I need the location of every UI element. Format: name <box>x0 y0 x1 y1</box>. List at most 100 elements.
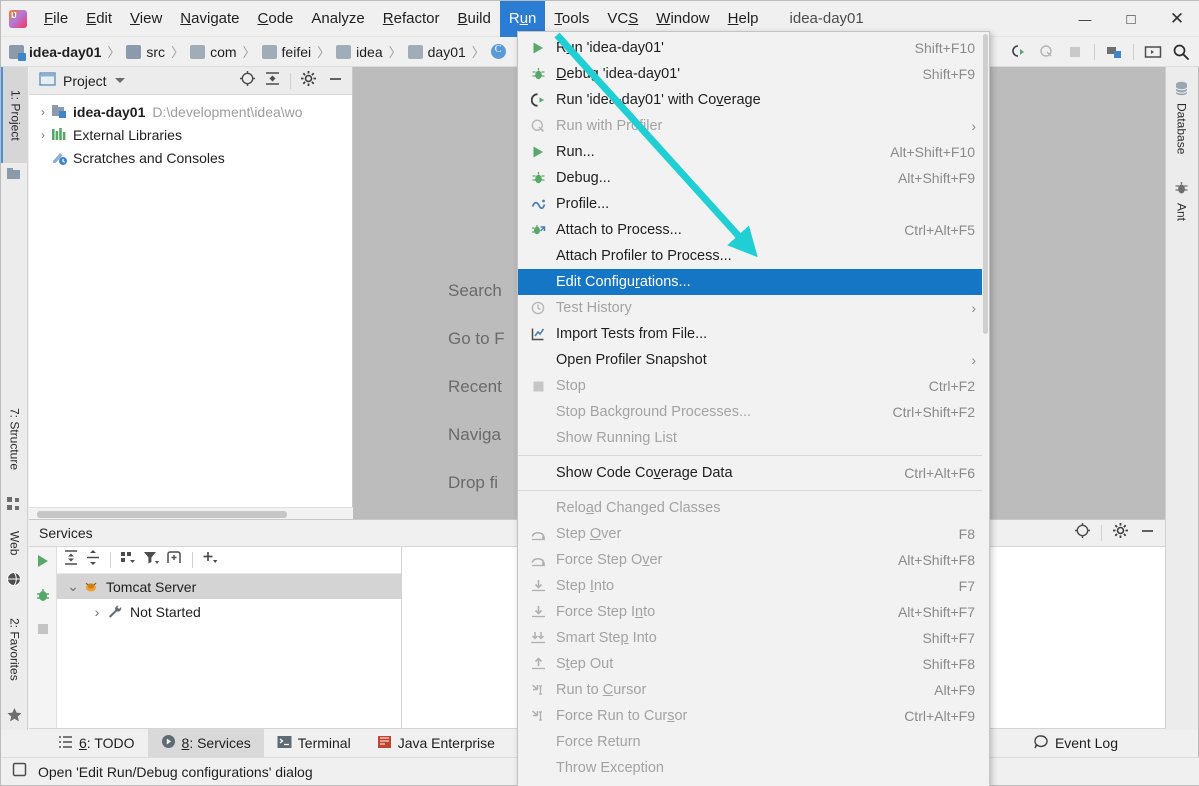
menu-item-import-tests-from-file[interactable]: Import Tests from File... <box>518 321 989 347</box>
project-tree-label: idea-day01 <box>73 103 146 120</box>
collapse-all-icon[interactable] <box>84 549 102 571</box>
no-icon <box>528 760 548 776</box>
project-tree-row[interactable]: › idea-day01 D:\development\idea\wo <box>29 100 352 123</box>
sidebar-item-web[interactable]: Web <box>1 519 28 567</box>
sidebar-item-database[interactable]: Database <box>1165 75 1198 160</box>
run-menu-list[interactable]: Run 'idea-day01' Shift+F10 Debug 'idea-day… <box>518 32 989 786</box>
hide-icon[interactable] <box>1139 522 1156 544</box>
sidebar-item-project[interactable]: 1: Project <box>1 67 28 163</box>
project-panel-title: Project <box>63 72 107 89</box>
menu-item-label: Run... <box>556 144 595 160</box>
services-tree-row[interactable]: › Not Started <box>57 599 401 624</box>
coverage-icon[interactable] <box>1006 40 1032 64</box>
settings-gear-icon[interactable] <box>300 70 317 92</box>
bottom-tab-8-services[interactable]: 8: Services <box>147 728 264 758</box>
run-icon[interactable] <box>35 553 51 574</box>
filter-icon[interactable] <box>142 549 161 571</box>
no-icon <box>528 734 548 750</box>
add-tab-icon[interactable] <box>165 549 184 571</box>
menu-navigate[interactable]: Navigate <box>171 1 248 37</box>
menu-item-label: Import Tests from File... <box>556 326 708 342</box>
menu-analyze[interactable]: Analyze <box>302 1 373 37</box>
menu-item-attach-profiler-to-process[interactable]: Attach Profiler to Process... <box>518 243 989 269</box>
run-green-triangle-icon <box>528 40 548 56</box>
bottom-tab-java-enterprise[interactable]: Java Enterprise <box>364 729 508 758</box>
bottom-tab-6-todo[interactable]: 6: TODO <box>45 729 148 758</box>
menu-item-open-profiler-snapshot[interactable]: Open Profiler Snapshot › <box>518 347 989 373</box>
minimize-button[interactable] <box>1062 1 1108 37</box>
chevron-down-icon[interactable] <box>114 78 125 83</box>
search-everywhere-icon[interactable] <box>1168 40 1194 64</box>
menu-item-show-code-coverage-data[interactable]: Show Code Coverage Data Ctrl+Alt+F6 <box>518 460 989 486</box>
menu-view[interactable]: View <box>121 1 171 37</box>
debug-icon[interactable] <box>35 587 51 608</box>
menu-refactor[interactable]: Refactor <box>374 1 449 37</box>
locate-icon[interactable] <box>1074 522 1091 544</box>
locate-icon[interactable] <box>239 70 256 92</box>
menu-separator <box>518 490 989 491</box>
project-horizontal-scrollbar[interactable] <box>29 507 353 519</box>
menu-item-debug-idea-day01[interactable]: Debug 'idea-day01' Shift+F9 <box>518 61 989 87</box>
project-panel-header: Project <box>29 67 352 95</box>
bottom-tab-terminal[interactable]: Terminal <box>264 729 364 758</box>
breadcrumb-label: idea <box>356 43 383 60</box>
project-tree-row[interactable]: › External Libraries <box>29 123 352 146</box>
menu-item-debug[interactable]: Debug... Alt+Shift+F9 <box>518 165 989 191</box>
menu-item-run-idea-day01[interactable]: Run 'idea-day01' Shift+F10 <box>518 35 989 61</box>
breadcrumb-item[interactable]: com <box>190 44 237 60</box>
menu-item-run-idea-day01-with-coverage[interactable]: Run 'idea-day01' with Coverage <box>518 87 989 113</box>
menu-item-label: Step Over <box>556 526 622 542</box>
terminal-icon[interactable] <box>1140 40 1166 64</box>
sidebar-item-structure[interactable]: 7: Structure <box>1 387 28 491</box>
tree-expand-arrow[interactable]: › <box>35 128 51 142</box>
expand-all-icon[interactable] <box>62 549 80 571</box>
menu-item-attach-to-process[interactable]: Attach to Process... Ctrl+Alt+F5 <box>518 217 989 243</box>
sidebar-item-project-label: 1: Project <box>8 89 23 141</box>
menu-item-edit-configurations[interactable]: Edit Configurations... <box>518 269 989 295</box>
breadcrumb-item[interactable] <box>490 44 511 59</box>
menu-item-label: Debug... <box>556 170 611 186</box>
group-by-icon[interactable] <box>119 549 138 571</box>
event-log-button[interactable]: Event Log <box>1033 734 1118 753</box>
menu-item-profile[interactable]: Profile... <box>518 191 989 217</box>
breadcrumb-item[interactable]: idea <box>336 43 383 60</box>
close-button[interactable] <box>1154 1 1199 37</box>
menu-item-run[interactable]: Run... Alt+Shift+F10 <box>518 139 989 165</box>
menu-build[interactable]: Build <box>448 1 499 37</box>
maximize-button[interactable] <box>1108 1 1154 37</box>
package-icon <box>407 44 423 59</box>
services-toolbar-divider <box>110 552 111 568</box>
project-structure-icon[interactable] <box>1101 40 1127 64</box>
breadcrumb-item[interactable]: day01 <box>407 44 466 60</box>
breadcrumb-item[interactable]: feifei <box>261 44 311 60</box>
services-tree[interactable]: ⌄ Tomcat Server › Not Started <box>57 574 401 624</box>
sidebar-item-favorites[interactable]: 2: Favorites <box>1 597 28 701</box>
menu-label: Code <box>257 10 294 27</box>
menu-item-label: Attach Profiler to Process... <box>556 248 732 264</box>
settings-gear-icon[interactable] <box>1112 522 1129 544</box>
add-icon[interactable] <box>201 549 220 571</box>
menu-item-label: Open Profiler Snapshot <box>556 352 707 368</box>
sidebar-item-ant[interactable]: Ant <box>1165 175 1198 227</box>
scrollbar-thumb[interactable] <box>37 511 287 518</box>
tree-expand-arrow[interactable]: › <box>35 105 51 119</box>
menu-code[interactable]: Code <box>249 1 303 37</box>
tree-expand-arrow[interactable]: ⌄ <box>63 578 83 595</box>
tree-expand-arrow[interactable]: › <box>87 604 107 620</box>
services-tool-divider <box>1101 525 1102 541</box>
menu-edit[interactable]: Edit <box>77 1 121 37</box>
services-icon <box>161 734 176 752</box>
project-tree-row[interactable]: Scratches and Consoles <box>29 146 352 169</box>
breadcrumb-item[interactable]: src <box>126 44 165 60</box>
profiler-icon <box>528 118 548 134</box>
project-tree[interactable]: › idea-day01 D:\development\idea\wo › Extern… <box>29 95 352 169</box>
menu-scrollbar[interactable] <box>982 32 989 786</box>
run-menu-dropdown[interactable]: Run 'idea-day01' Shift+F10 Debug 'idea-day… <box>517 31 990 786</box>
menu-file[interactable]: File <box>35 1 77 37</box>
hide-icon[interactable] <box>327 70 344 92</box>
collapse-all-icon[interactable] <box>264 70 281 92</box>
services-tree-row[interactable]: ⌄ Tomcat Server <box>57 574 401 599</box>
profiler-icon[interactable] <box>1034 40 1060 64</box>
breadcrumb-item[interactable]: idea-day01 <box>9 44 101 61</box>
menu-scrollbar-thumb[interactable] <box>983 34 988 334</box>
